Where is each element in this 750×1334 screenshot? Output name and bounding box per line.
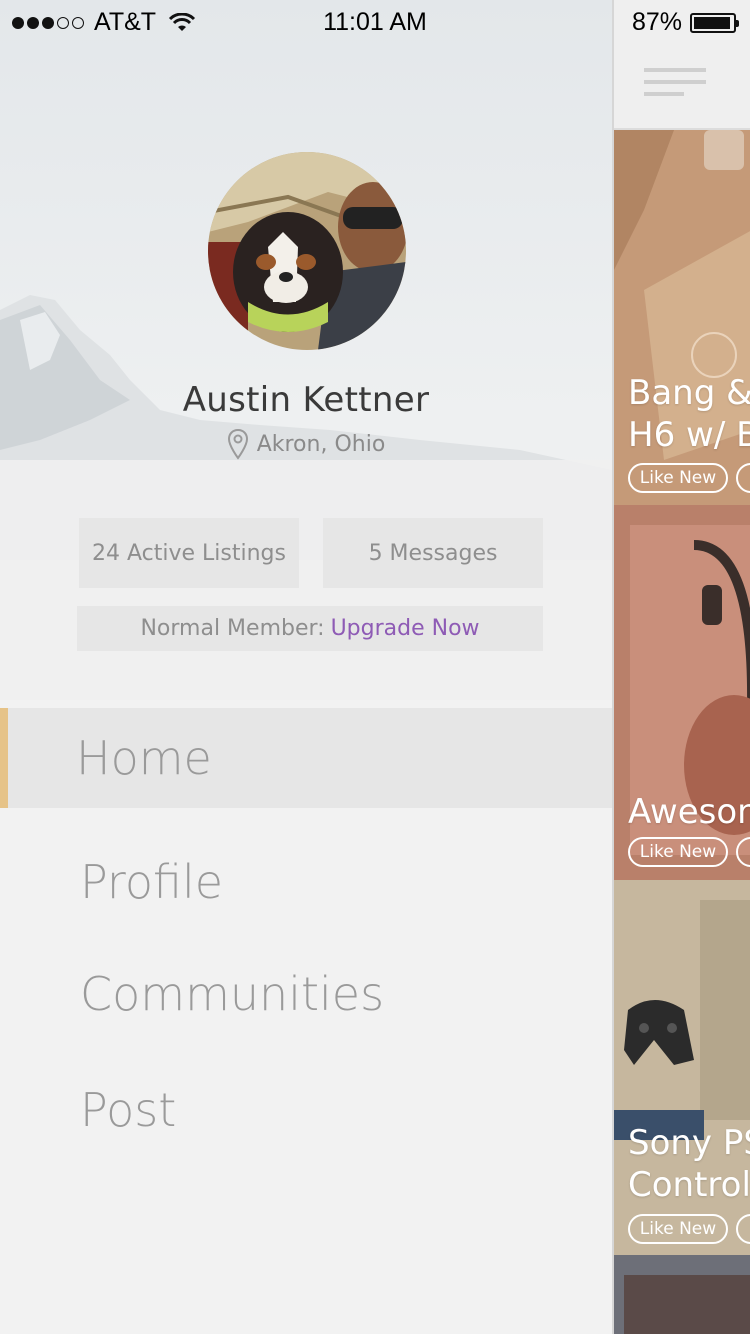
avatar-photo [208,152,406,350]
listing-card[interactable]: Sony PS Controll Like New [614,880,750,1255]
nav-item-post[interactable]: Post [0,1060,612,1160]
listing-photo [614,1255,750,1334]
listing-card[interactable]: Bang & H6 w/ B Like New [614,130,750,505]
profile-location: Akron, Ohio [0,428,612,460]
upgrade-now-link[interactable]: Upgrade Now [331,616,480,641]
nav-item-home[interactable]: Home [0,708,612,808]
condition-tag: Like New [628,463,728,493]
listing-card[interactable] [614,1255,750,1334]
location-pin-icon [227,428,248,460]
nav-item-profile[interactable]: Profile [0,832,612,932]
listing-title: Bang & [628,373,750,413]
listing-title: Aweson [628,792,750,832]
listing-title-line2: Controll [628,1165,750,1205]
membership-bar: Normal Member: Upgrade Now [77,606,543,651]
nav-item-label: Home [76,731,212,785]
nav-item-label: Post [80,1083,177,1137]
condition-tag: Like New [628,837,728,867]
battery-percent: 87% [631,8,682,36]
nav-item-communities[interactable]: Communities [0,944,612,1044]
active-indicator [0,708,8,808]
drawer-nav: Home Profile Communities Post [0,708,612,1160]
main-feed: Bang & H6 w/ B Like New Aweson Like New … [612,0,750,1334]
listing-title: Sony PS [628,1123,750,1163]
listing-card[interactable]: Aweson Like New [614,505,750,880]
location-text: Akron, Ohio [256,431,386,457]
condition-tag: Like New [628,1214,728,1244]
battery-icon [690,12,739,33]
profile-avatar[interactable] [208,152,406,350]
status-bar: AT&T 11:01 AM 87% [0,0,750,42]
side-drawer: Austin Kettner Akron, Ohio 24 Active Lis… [0,0,612,1334]
hamburger-icon[interactable] [644,68,706,98]
messages-button[interactable]: 5 Messages [323,518,543,588]
status-right: 87% [631,8,739,37]
nav-item-label: Profile [80,855,224,909]
mountain-background [0,0,612,700]
active-listings-button[interactable]: 24 Active Listings [79,518,299,588]
profile-name: Austin Kettner [182,380,430,420]
member-status: Normal Member: [140,616,325,641]
listing-title-line2: H6 w/ B [628,415,750,455]
nav-item-label: Communities [80,967,385,1021]
